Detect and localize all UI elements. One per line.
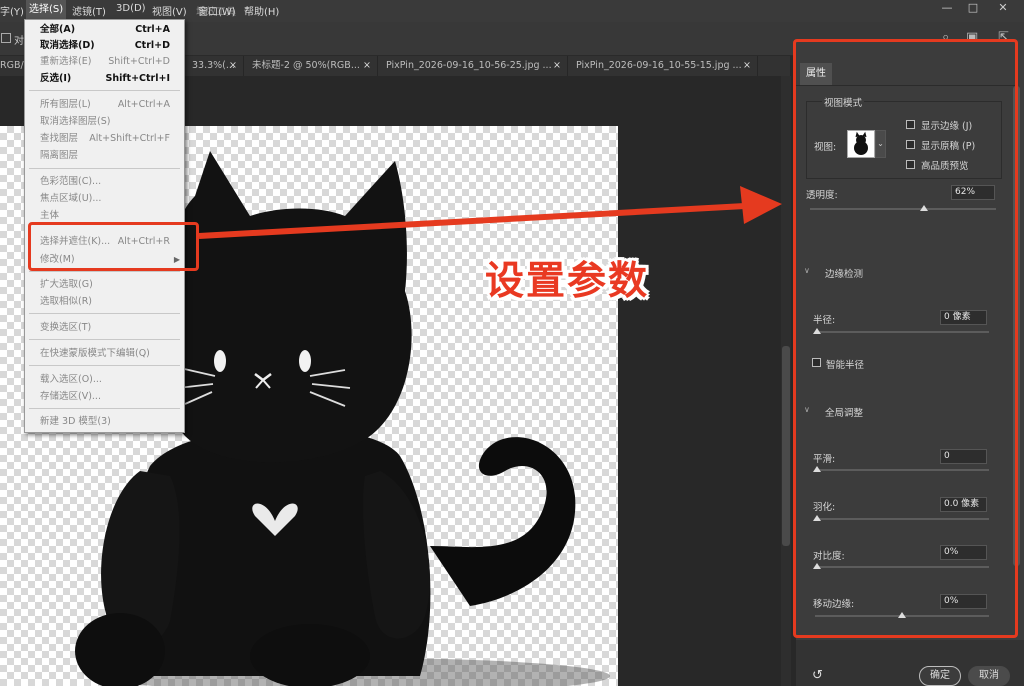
menu-item-focus-area[interactable]: 焦点区域(U)...: [25, 191, 184, 207]
menu-item-label: 焦点区域(U)...: [40, 193, 102, 204]
menu-item-isolate-layers[interactable]: 隔离图层: [25, 148, 184, 164]
menu-separator: [29, 313, 180, 314]
menu-item-deselect-layers[interactable]: 取消选择图层(S): [25, 114, 184, 130]
reset-icon[interactable]: ↺: [812, 668, 823, 683]
menu-item-save-selection[interactable]: 存储选区(V)...: [25, 389, 184, 405]
annotation-label: 设置参数: [485, 259, 650, 304]
menu-item-label: 重新选择(E): [40, 56, 92, 67]
menu-separator: [29, 365, 180, 366]
tab-doc-4[interactable]: PixPin_2026-09-16_10-56-25.jpg ... ×: [378, 56, 568, 76]
menu-item-label: 扩大选取(G): [40, 279, 93, 290]
menu-item-select-all[interactable]: 全部(A) Ctrl+A: [25, 22, 184, 38]
menu-item-label: 选取相似(R): [40, 296, 93, 307]
menu-item-grow[interactable]: 扩大选取(G): [25, 277, 184, 293]
menu-item-find-layers[interactable]: 查找图层 Alt+Shift+Ctrl+F: [25, 131, 184, 147]
menu-item-label: 查找图层: [40, 133, 79, 144]
tab-doc-1[interactable]: RGB/8: [0, 56, 26, 76]
menu-item-load-selection[interactable]: 载入选区(O)...: [25, 372, 184, 388]
menu-window[interactable]: 窗口(W): [198, 3, 236, 18]
tab-close-icon[interactable]: ×: [743, 56, 751, 76]
minimize-button[interactable]: —: [934, 0, 960, 18]
menu-item-label: 新建 3D 模型(3): [40, 416, 111, 427]
scrollbar-thumb[interactable]: [782, 346, 790, 546]
menu-item-label: 取消选择(D): [40, 40, 95, 51]
menu-item-label: 取消选择图层(S): [40, 116, 111, 127]
options-checkbox[interactable]: [1, 33, 11, 43]
options-checkbox-label: 对: [14, 36, 24, 47]
menu-separator: [29, 168, 180, 169]
close-button[interactable]: ✕: [990, 0, 1016, 18]
maximize-button[interactable]: □: [960, 0, 986, 18]
menu-item-deselect[interactable]: 取消选择(D) Ctrl+D: [25, 38, 184, 54]
panel-highlight-box: [793, 39, 1018, 638]
menu-item-similar[interactable]: 选取相似(R): [25, 294, 184, 310]
cancel-button[interactable]: 取消: [968, 666, 1010, 686]
menu-item-label: 全部(A): [40, 24, 76, 35]
menu-view[interactable]: 视图(V): [152, 3, 187, 18]
menu-item-label: 载入选区(O)...: [40, 374, 102, 385]
menu-item-label: 变换选区(T): [40, 322, 92, 333]
menu-item-color-range[interactable]: 色彩范围(C)...: [25, 174, 184, 190]
menu-item-label: 色彩范围(C)...: [40, 176, 102, 187]
canvas-vertical-scrollbar[interactable]: [781, 76, 791, 686]
menu-item-new-3d-model[interactable]: 新建 3D 模型(3): [25, 414, 184, 430]
menu-item-label: 所有图层(L): [40, 99, 91, 110]
menu-item-shortcut: Shift+Ctrl+D: [108, 56, 170, 67]
menu-separator: [29, 271, 180, 272]
menu-item-shortcut: Alt+Shift+Ctrl+F: [89, 133, 170, 144]
tab-close-icon[interactable]: ×: [363, 56, 371, 76]
menu-item-label: 存储选区(V)...: [40, 391, 101, 402]
tab-label: 未标题-2 @ 50%(RGB...: [252, 60, 360, 71]
menu-item-shortcut: Ctrl+D: [134, 40, 170, 51]
menu-3d[interactable]: 3D(D): [116, 3, 146, 14]
tab-label: PixPin_2026-09-16_10-56-25.jpg ...: [386, 60, 552, 71]
tab-doc-3[interactable]: 未标题-2 @ 50%(RGB... ×: [244, 56, 378, 76]
tab-doc-2[interactable]: 33.3%(... ×: [184, 56, 244, 76]
menu-item-inverse[interactable]: 反选(I) Shift+Ctrl+I: [25, 71, 184, 87]
menu-item-label: 反选(I): [40, 73, 72, 84]
ok-button[interactable]: 确定: [919, 666, 961, 686]
menu-item-shortcut: Ctrl+A: [135, 24, 170, 35]
menu-separator: [29, 339, 180, 340]
tab-doc-5[interactable]: PixPin_2026-09-16_10-55-15.jpg ... ×: [568, 56, 758, 76]
menu-item-shortcut: Shift+Ctrl+I: [105, 73, 170, 84]
tab-close-icon[interactable]: ×: [229, 56, 237, 76]
menu-item-quick-mask[interactable]: 在快速蒙版模式下编辑(Q): [25, 346, 184, 362]
tab-label: PixPin_2026-09-16_10-55-15.jpg ...: [576, 60, 742, 71]
menu-help[interactable]: 帮助(H): [244, 3, 279, 18]
menu-item-all-layers[interactable]: 所有图层(L) Alt+Ctrl+A: [25, 97, 184, 113]
menu-filter[interactable]: 滤镜(T): [72, 3, 106, 18]
menu-separator: [29, 90, 180, 91]
menu-separator: [29, 408, 180, 409]
menu-item-reselect[interactable]: 重新选择(E) Shift+Ctrl+D: [25, 54, 184, 70]
menu-item-label: 在快速蒙版模式下编辑(Q): [40, 348, 150, 359]
menu-highlight-box: [28, 222, 199, 271]
menu-item-shortcut: Alt+Ctrl+A: [117, 99, 170, 110]
tab-label: RGB/8: [0, 60, 25, 71]
menu-type[interactable]: 字(Y): [0, 3, 24, 18]
menu-item-label: 隔离图层: [40, 150, 79, 161]
tab-close-icon[interactable]: ×: [553, 56, 561, 76]
menu-item-transform-selection[interactable]: 变换选区(T): [25, 320, 184, 336]
